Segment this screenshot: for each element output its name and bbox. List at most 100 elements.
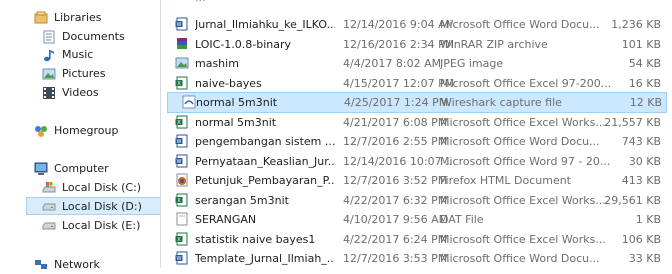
file-size: 413 KB (621, 174, 661, 187)
file-date: 4/22/2017 6:24 PM (343, 232, 448, 246)
file-name: normal 5m3nit (195, 115, 277, 129)
file-size: 54 KB (628, 57, 661, 70)
music-icon (44, 50, 54, 62)
file-list: ... W Jurnal_Ilmiahku_ke_ILKO... 12/14/201… (161, 0, 672, 268)
file-row-partial[interactable]: ... (161, 0, 672, 8)
file-row[interactable]: Wpengembangan sistem ... 12/7/2016 2:55 P… (161, 131, 672, 152)
file-row[interactable]: Xserangan 5m3nit 4/22/2017 6:32 PM Microso… (161, 190, 672, 211)
svg-text:X: X (177, 237, 181, 243)
file-row[interactable]: SERANGAN 4/10/2017 9:56 AM DAT File 1 KB (161, 209, 672, 230)
excel-icon: X (175, 232, 188, 245)
file-name: pengembangan sistem ... (195, 135, 335, 148)
file-size: 21,557 KB (604, 115, 661, 129)
file-date: 4/25/2017 1:24 PM (344, 96, 449, 109)
videos-icon (43, 87, 55, 99)
file-row[interactable]: W Template_Jurnal_Ilmiah_... 12/7/2016 3:5… (161, 248, 672, 269)
computer-icon (34, 162, 48, 175)
network-icon (35, 260, 47, 269)
svg-text:X: X (177, 198, 181, 204)
excel-icon: X (175, 193, 188, 206)
file-date: 4/4/2017 8:02 AM (343, 57, 442, 70)
file-row[interactable]: W Pernyataan_Keaslian_Jur... 12/14/2016 10… (161, 151, 672, 172)
file-date: 12/7/2016 3:52 PM (343, 174, 448, 187)
word-icon: W (175, 17, 188, 31)
file-row-selected[interactable]: normal 5m3nit 4/25/2017 1:24 PM Wireshark … (167, 92, 667, 113)
nav-item-videos[interactable]: Videos (42, 84, 158, 102)
file-row[interactable]: LOIC-1.0.8-binary 12/16/2016 2:34 PM WinRA… (161, 34, 672, 55)
file-name: Jurnal_Ilmiahku_ke_ILKO... (195, 18, 335, 31)
file-size: 12 KB (629, 96, 662, 109)
file-name: naive-bayes (195, 76, 262, 90)
file-name: Template_Jurnal_Ilmiah_... (195, 252, 335, 265)
file-size: 33 KB (628, 252, 661, 265)
file-size: 1 KB (635, 213, 661, 226)
nav-label: Network (54, 258, 100, 271)
svg-text:W: W (177, 22, 182, 28)
file-size: 106 KB (621, 232, 661, 246)
nav-label: Libraries (54, 11, 102, 24)
file-name: Petunjuk_Pembayaran_P... (195, 174, 335, 187)
excel-icon: X (175, 76, 188, 89)
nav-item-pictures[interactable]: Pictures (42, 65, 158, 83)
nav-label: Documents (62, 30, 125, 43)
pictures-icon (42, 68, 56, 80)
wireshark-icon (182, 95, 196, 109)
file-name: normal 5m3nit (196, 96, 278, 109)
file-name: serangan 5m3nit (195, 193, 289, 207)
word-icon: W (175, 154, 188, 167)
file-row[interactable]: mashim 4/4/2017 8:02 AM JPEG image 54 KB (161, 53, 672, 74)
documents-icon (43, 30, 55, 44)
file-date: 12/16/2016 2:34 PM (343, 37, 453, 51)
file-row[interactable]: Petunjuk_Pembayaran_P... 12/7/2016 3:52 P… (161, 170, 672, 191)
svg-text:X: X (177, 81, 181, 87)
file-date: 12/14/2016 10:07 ... (343, 154, 453, 168)
file-date: 4/10/2017 9:56 AM (343, 213, 449, 226)
nav-item-local-disk-e[interactable]: Local Disk (E:) (42, 217, 158, 235)
file-date: 4/21/2017 6:08 PM (343, 115, 448, 129)
word-icon: W (175, 134, 188, 148)
winrar-icon (177, 37, 187, 49)
nav-item-homegroup[interactable]: Homegroup (34, 122, 158, 140)
nav-item-libraries[interactable]: Libraries (34, 9, 154, 27)
file-size: 1,236 KB (611, 18, 661, 31)
file-name: mashim (195, 57, 239, 70)
svg-text:X: X (177, 120, 181, 126)
nav-item-music[interactable]: Music (42, 46, 158, 64)
word-icon: W (175, 251, 188, 265)
nav-label: Computer (54, 162, 109, 175)
file-size: 30 KB (628, 154, 661, 168)
file-size: 29,561 KB (604, 193, 661, 207)
file-size: 16 KB (628, 76, 661, 90)
file-date: 12/14/2016 9:04 AM (343, 18, 453, 31)
homegroup-icon (35, 126, 47, 137)
navigation-pane: Libraries Documents Music Pictures Video… (0, 0, 160, 271)
file-name: Pernyataan_Keaslian_Jur... (195, 154, 335, 168)
nav-label: Local Disk (D:) (62, 200, 142, 213)
nav-item-documents[interactable]: Documents (42, 28, 158, 46)
nav-item-local-disk-c[interactable]: Local Disk (C:) (42, 179, 158, 197)
nav-item-computer[interactable]: Computer (34, 160, 158, 178)
drive-icon (42, 222, 56, 230)
drive-icon (42, 203, 56, 211)
file-row[interactable]: Xnaive-bayes 4/15/2017 12:07 PM Microsoft … (161, 73, 672, 94)
nav-label: Pictures (62, 67, 106, 80)
file-name: statistik naive bayes1 (195, 232, 316, 246)
file-row[interactable]: Xnormal 5m3nit 4/21/2017 6:08 PM Microsoft… (161, 112, 672, 133)
dat-file-icon (176, 212, 188, 226)
excel-icon: X (175, 115, 188, 128)
svg-text:W: W (177, 256, 182, 262)
svg-text:W: W (177, 159, 182, 165)
file-date: 12/7/2016 2:55 PM (343, 135, 448, 148)
libraries-icon (34, 11, 48, 24)
file-name: SERANGAN (195, 213, 257, 226)
file-row[interactable]: W Jurnal_Ilmiahku_ke_ILKO... 12/14/2016 9:… (161, 14, 672, 35)
file-date: 4/22/2017 6:32 PM (343, 193, 448, 207)
nav-label: Homegroup (54, 124, 119, 137)
jpeg-icon (175, 57, 189, 69)
nav-item-network[interactable]: Network (34, 256, 158, 274)
file-size: 743 KB (621, 135, 661, 148)
file-date: 12/7/2016 3:53 PM (343, 252, 448, 265)
svg-text:W: W (177, 139, 182, 145)
file-row[interactable]: Xstatistik naive bayes1 4/22/2017 6:24 PM… (161, 229, 672, 250)
nav-item-local-disk-d[interactable]: Local Disk (D:) (26, 197, 160, 215)
